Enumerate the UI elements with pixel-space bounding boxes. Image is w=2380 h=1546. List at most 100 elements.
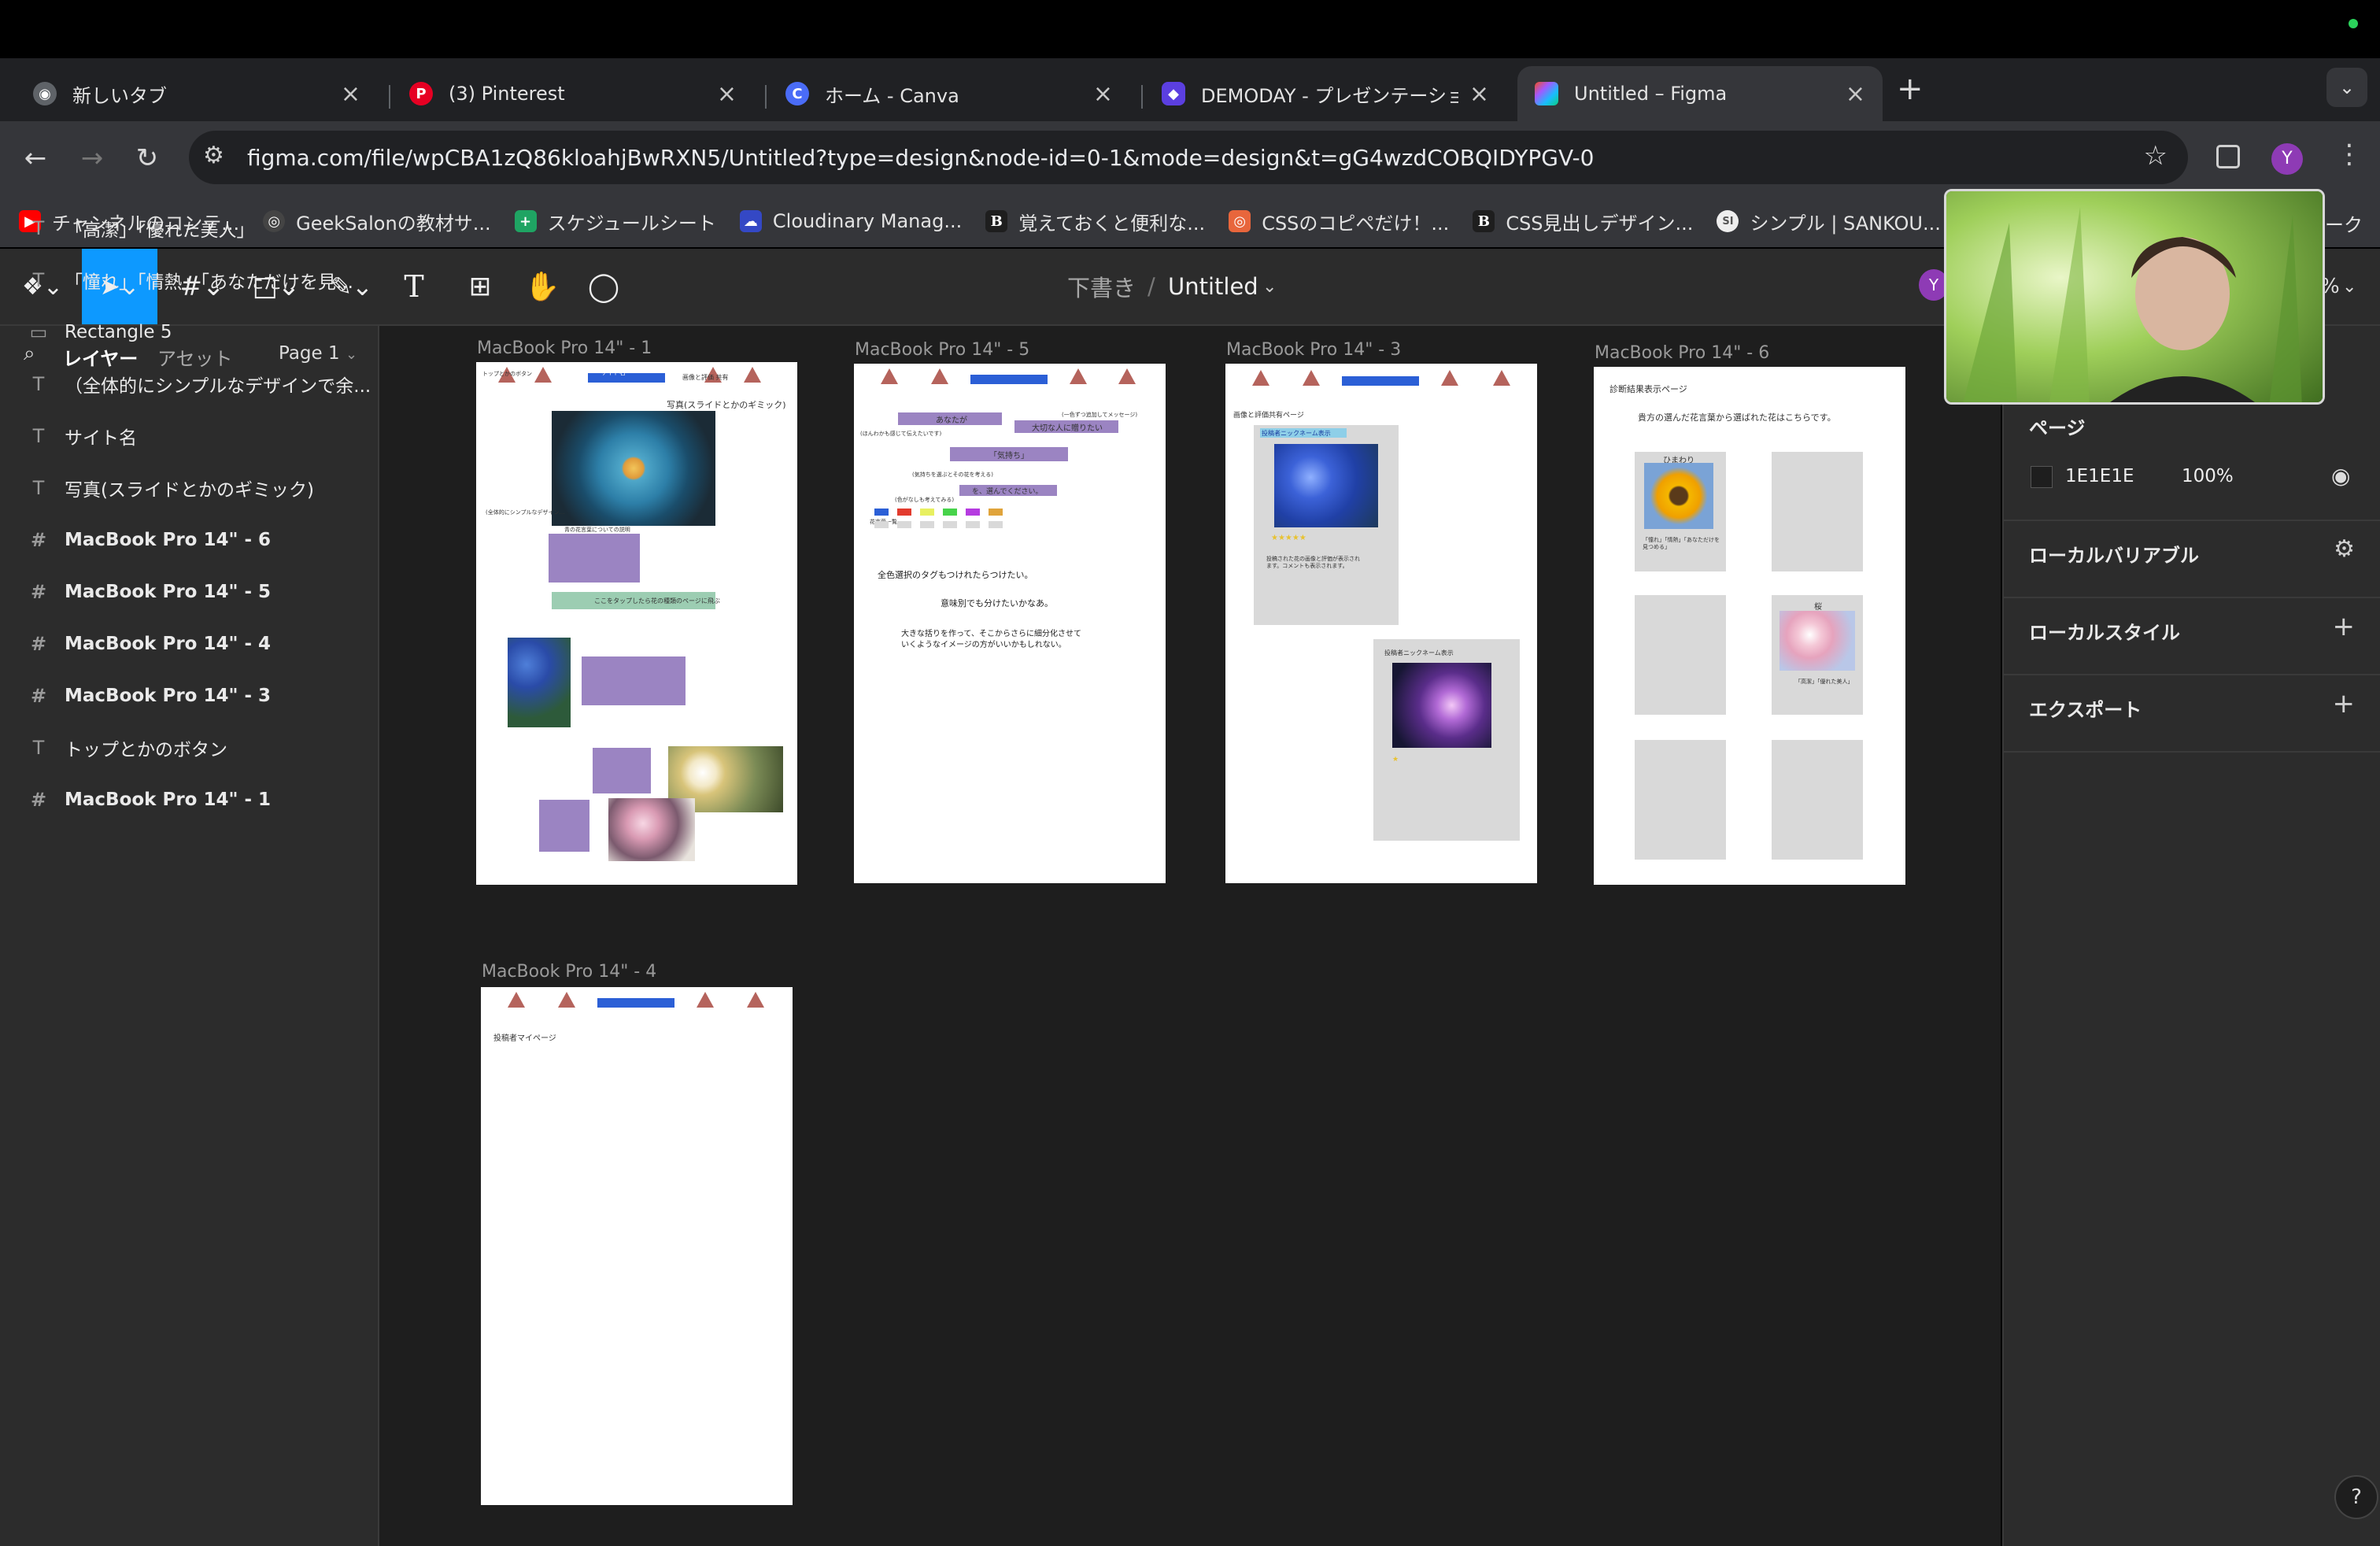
layer-row[interactable]: # MacBook Pro 14" - 1 (27, 784, 271, 816)
color-swatch[interactable] (989, 509, 1003, 516)
add-export-plus-icon[interactable]: + (2333, 688, 2356, 719)
layer-row[interactable]: T 写真(スライドとかのギミック) (27, 472, 314, 504)
add-style-plus-icon[interactable]: + (2333, 611, 2356, 642)
color-option-placeholder[interactable] (920, 521, 934, 528)
browser-tab[interactable]: P (3) Pinterest × (392, 66, 754, 121)
file-name[interactable]: Untitled (1168, 255, 1258, 318)
resources-icon[interactable]: ⊞ (463, 255, 497, 318)
color-option-placeholder[interactable] (989, 521, 1003, 528)
color-option-placeholder[interactable] (874, 521, 889, 528)
help-icon[interactable]: ? (2334, 1475, 2378, 1519)
frame-macbook-6[interactable]: 診断結果表示ページ 貴方の選んだ花言葉から選ばれた花はこちらです。 ひまわり 「… (1594, 367, 1905, 885)
frame-macbook-1[interactable]: トップとかのボタン サイト名 画像と評価 共有 写真(スライドとかのギミック) … (476, 362, 797, 885)
cloudinary-icon: ☁ (739, 210, 762, 232)
file-menu-chevron-icon[interactable]: ⌄ (1262, 255, 1277, 318)
frame-label[interactable]: MacBook Pro 14" - 1 (477, 338, 652, 358)
bookmark-star-icon[interactable]: ☆ (2144, 140, 2168, 172)
frame-label[interactable]: MacBook Pro 14" - 3 (1226, 340, 1401, 360)
frame-label[interactable]: MacBook Pro 14" - 5 (855, 340, 1029, 360)
close-tab-icon[interactable]: × (1093, 80, 1113, 108)
result-card (1772, 740, 1863, 860)
layer-row[interactable]: T 「憧れ」「情熱」「あなただけを見... (27, 264, 353, 296)
back-arrow-icon[interactable]: ← (16, 139, 55, 178)
reload-icon[interactable]: ↻ (128, 139, 167, 178)
color-option-placeholder[interactable] (897, 521, 911, 528)
nav-triangle (744, 367, 761, 383)
bookmark-item[interactable]: B 覚えておくと便利な... (985, 208, 1205, 235)
page-title: 投稿者マイページ (493, 1034, 556, 1043)
address-bar[interactable]: ⚙ figma.com/file/wpCBA1zQ86kloahjBwRXN5/… (189, 131, 2188, 184)
color-swatch[interactable] (920, 509, 934, 516)
text-photo-gimmick: 写真(スライドとかのギミック) (667, 400, 786, 410)
text-green-link: ここをタップしたら花の種類のページに飛ぶ (594, 597, 720, 605)
bookmark-item[interactable]: ◎ GeekSalonの教材サ... (263, 208, 491, 235)
menu-kebab-icon[interactable]: ⋮ (2336, 139, 2363, 170)
comment-tool-icon[interactable]: ◯ (584, 255, 623, 318)
nav-triangle (931, 368, 948, 384)
browser-tab[interactable]: C ホーム - Canva × (768, 66, 1130, 121)
layer-row[interactable]: # MacBook Pro 14" - 6 (27, 524, 271, 556)
bookmark-item[interactable]: ◎ CSSのコピペだけ！... (1229, 208, 1449, 235)
color-option-placeholder[interactable] (966, 521, 980, 528)
bookmark-item[interactable]: B CSS見出しデザイン... (1473, 208, 1693, 235)
text-q1: あなたが (936, 416, 967, 425)
close-tab-icon[interactable]: × (341, 80, 360, 108)
layer-row[interactable]: # MacBook Pro 14" - 5 (27, 576, 271, 608)
bookmark-item[interactable]: ーク (2325, 209, 2363, 237)
site-settings-icon[interactable]: ⚙ (203, 142, 224, 169)
color-swatch[interactable] (897, 509, 911, 516)
video-call-overlay[interactable] (1944, 189, 2325, 405)
color-swatch[interactable] (943, 509, 957, 516)
forward-arrow-icon[interactable]: → (72, 139, 112, 178)
side-panel-icon[interactable] (2216, 145, 2240, 168)
layer-row[interactable]: T 「高潔」「優れた美人」 (27, 213, 255, 244)
frame-macbook-3[interactable]: 画像と評価共有ページ 投稿者ニックネーム表示 ★★★★★ 投稿された花の画像と評… (1225, 364, 1537, 883)
frame-layer-icon: # (30, 633, 47, 655)
page-opacity[interactable]: 100% (2182, 466, 2234, 486)
local-variables-heading[interactable]: ローカルバリアブル (2029, 540, 2199, 568)
color-option-placeholder[interactable] (943, 521, 957, 528)
page-color-hex[interactable]: 1E1E1E (2065, 466, 2134, 486)
layer-row[interactable]: # MacBook Pro 14" - 4 (27, 628, 271, 660)
close-tab-icon[interactable]: × (717, 80, 737, 108)
layer-row[interactable]: T サイト名 (27, 420, 137, 452)
text-tool-icon[interactable]: T (397, 255, 431, 318)
sheets-icon: + (514, 210, 537, 232)
profile-avatar[interactable]: Y (2271, 143, 2303, 175)
text-layer-icon: T (32, 477, 45, 499)
breadcrumb-folder[interactable]: 下書き (1067, 255, 1136, 318)
browser-tab-active[interactable]: Untitled – Figma × (1517, 66, 1883, 121)
page-selector[interactable]: Page 1 ⌄ (279, 343, 357, 364)
color-swatch[interactable] (874, 509, 889, 516)
export-heading[interactable]: エクスポート (2029, 694, 2142, 722)
bookmark-item[interactable]: SI シンプル | SANKOU... (1717, 208, 1941, 235)
bookmark-item[interactable]: ☁ Cloudinary Manag... (739, 210, 962, 232)
bookmark-item[interactable]: + スケジュールシート (514, 208, 716, 235)
close-tab-icon[interactable]: × (1469, 80, 1489, 108)
frame-layer-icon: # (30, 685, 47, 707)
frame-macbook-4[interactable]: 投稿者マイページ (481, 987, 793, 1505)
layer-row[interactable]: ▭ Rectangle 5 (27, 316, 172, 348)
frame-label[interactable]: MacBook Pro 14" - 6 (1595, 343, 1769, 363)
new-tab-icon[interactable]: + (1897, 71, 1924, 107)
local-styles-heading[interactable]: ローカルスタイル (2029, 617, 2180, 645)
layer-row[interactable]: T （全体的にシンプルなデザインで余... (27, 368, 371, 400)
variables-settings-icon[interactable]: ⚙ (2334, 535, 2355, 563)
hand-tool-icon[interactable]: ✋ (523, 255, 562, 318)
close-tab-icon[interactable]: × (1846, 80, 1865, 108)
page-color-swatch[interactable] (2031, 466, 2053, 488)
layer-row[interactable]: # MacBook Pro 14" - 3 (27, 680, 271, 712)
eye-icon[interactable]: ◉ (2331, 463, 2350, 489)
text-caption: 青の花言葉についての説明 (564, 527, 630, 533)
browser-tab[interactable]: ◉ 新しいタブ × (16, 66, 378, 121)
tab-search-chevron-icon[interactable]: ⌄ (2326, 68, 2367, 107)
browser-tab[interactable]: ◆ DEMODAY - プレゼンテーショ × (1144, 66, 1506, 121)
flower-name: 桜 (1814, 603, 1822, 612)
design-canvas[interactable]: MacBook Pro 14" - 1 トップとかのボタン サイト名 画像と評価… (379, 326, 2001, 1546)
sankou-icon: SI (1717, 210, 1739, 232)
color-swatch[interactable] (966, 509, 980, 516)
zoom-chevron-icon[interactable]: ⌄ (2342, 255, 2356, 318)
frame-macbook-5[interactable]: あなたが (ほんわかも感じて伝えたいです) 大切な人に贈りたい (一色ずつ追加し… (854, 364, 1166, 883)
frame-label[interactable]: MacBook Pro 14" - 4 (482, 962, 656, 982)
layer-row[interactable]: T トップとかのボタン (27, 732, 227, 764)
